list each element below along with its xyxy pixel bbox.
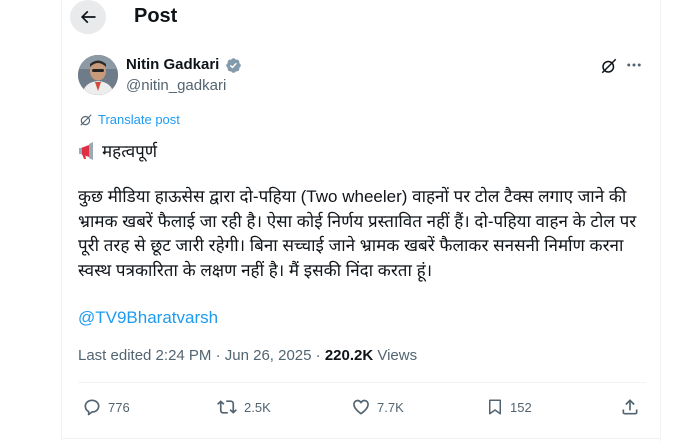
share-icon bbox=[622, 399, 638, 415]
translate-post-label: Translate post bbox=[98, 112, 180, 127]
headline-text: महत्वपूर्ण bbox=[102, 142, 158, 161]
divider-bottom bbox=[62, 438, 660, 439]
author-handle[interactable]: @nitin_gadkari bbox=[126, 77, 226, 94]
repost-count: 2.5K bbox=[244, 399, 271, 415]
like-button[interactable]: 7.7K bbox=[351, 397, 404, 417]
bookmark-count: 152 bbox=[510, 399, 532, 415]
back-button[interactable] bbox=[70, 0, 106, 34]
verified-badge-icon bbox=[226, 58, 241, 73]
bookmark-icon bbox=[489, 399, 501, 415]
share-button[interactable] bbox=[620, 397, 640, 417]
translate-icon bbox=[80, 113, 92, 126]
views-label: Views bbox=[373, 347, 418, 364]
divider bbox=[78, 382, 646, 383]
repost-button[interactable]: 2.5K bbox=[216, 397, 271, 417]
translate-post-button[interactable]: Translate post bbox=[79, 112, 180, 127]
back-arrow-icon bbox=[80, 10, 96, 24]
post-meta: Last edited 2:24 PM · Jun 26, 2025 · 220… bbox=[78, 347, 417, 364]
grok-icon[interactable] bbox=[600, 57, 618, 75]
repost-icon bbox=[217, 400, 237, 414]
views-count: 220.2K bbox=[324, 347, 374, 364]
like-count: 7.7K bbox=[377, 399, 404, 415]
reply-count: 776 bbox=[108, 399, 130, 415]
bookmark-button[interactable]: 152 bbox=[486, 397, 532, 417]
reply-icon bbox=[84, 399, 100, 416]
column-border-left bbox=[61, 0, 62, 441]
author-name[interactable]: Nitin Gadkari bbox=[126, 56, 219, 73]
mention-link[interactable]: @TV9Bharatvarsh bbox=[78, 308, 218, 328]
column-border-right bbox=[660, 0, 661, 441]
megaphone-icon bbox=[79, 141, 93, 160]
more-icon[interactable] bbox=[625, 56, 643, 74]
post-body: कुछ मीडिया हाऊसेस द्वारा दो-पहिया (Two w… bbox=[78, 187, 637, 280]
avatar[interactable] bbox=[78, 55, 118, 95]
post-headline: महत्वपूर्ण bbox=[78, 139, 157, 162]
like-icon bbox=[353, 399, 369, 415]
reply-button[interactable]: 776 bbox=[82, 397, 130, 417]
edited-timestamp[interactable]: Last edited 2:24 PM · Jun 26, 2025 · bbox=[78, 347, 325, 364]
page-title: Post bbox=[134, 5, 178, 27]
